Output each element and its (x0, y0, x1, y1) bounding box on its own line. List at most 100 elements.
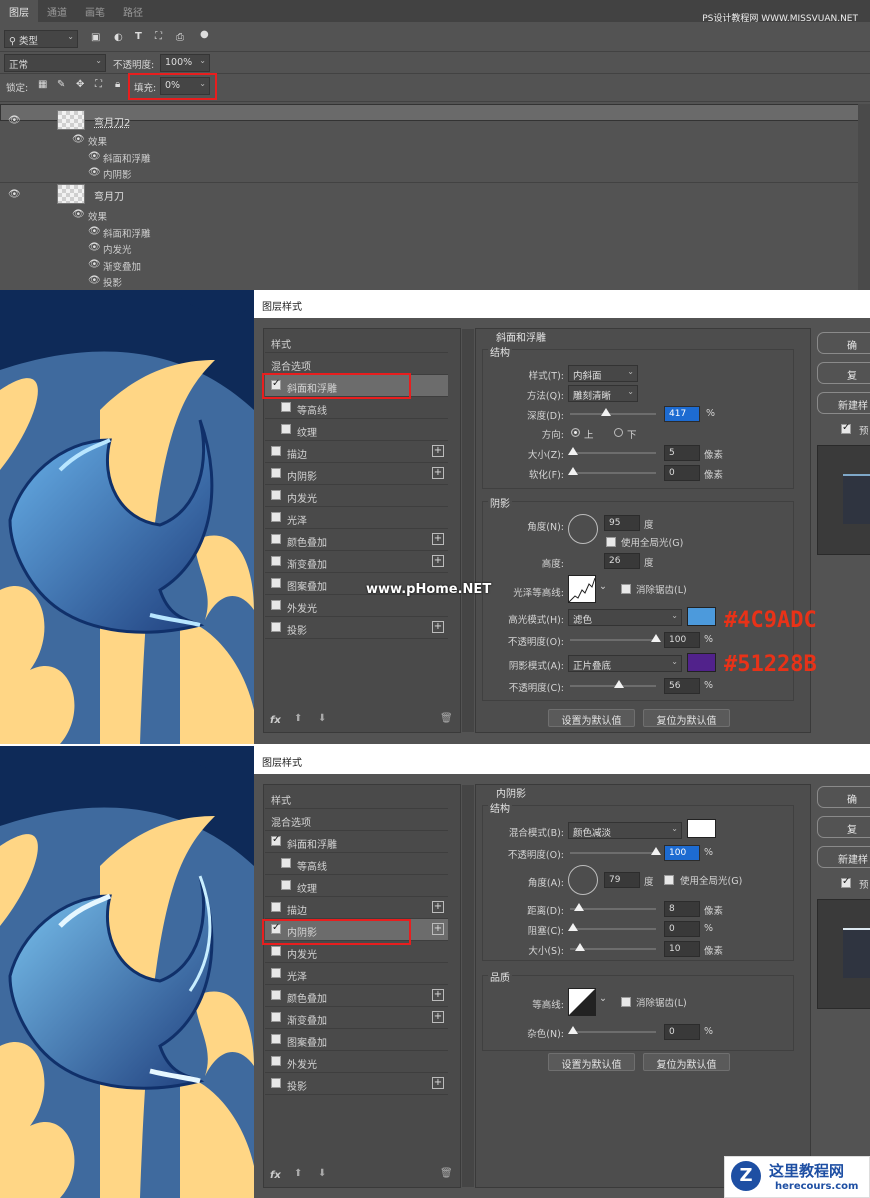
bevel-style-select[interactable]: 内斜面 ⌄ (568, 365, 638, 382)
soften-input[interactable]: 0 (664, 465, 700, 481)
checkbox-icon[interactable] (271, 446, 281, 456)
lock-brush-icon[interactable]: ✎ (57, 79, 65, 90)
opacity-input[interactable]: 100% ⌄ (160, 54, 210, 72)
direction-down-radio[interactable] (614, 428, 623, 437)
style-item-stroke[interactable]: 描边 + (265, 441, 448, 463)
style-item-blending-options[interactable]: 混合选项 (265, 353, 448, 375)
direction-up-radio[interactable] (571, 428, 580, 437)
type-filter-icon[interactable]: T (135, 31, 142, 42)
checkbox-icon[interactable] (271, 600, 281, 610)
opacity-slider[interactable] (570, 852, 656, 854)
highlight-opacity-slider[interactable] (570, 639, 656, 641)
noise-slider[interactable] (570, 1031, 656, 1033)
adjustment-filter-icon[interactable]: ◐ (114, 32, 123, 43)
filter-toggle-icon[interactable]: ● (200, 29, 209, 40)
tab-layers[interactable]: 图层 (0, 0, 38, 22)
trash-icon[interactable]: 🗑︎ (440, 1168, 453, 1179)
fx-button[interactable]: fx (270, 1170, 281, 1181)
checkbox-icon[interactable] (271, 990, 281, 1000)
style-item-inner-glow[interactable]: 内发光 (265, 485, 448, 507)
visibility-eye-icon[interactable]: 👁︎ (8, 115, 21, 126)
effect-eye-icon[interactable]: 👁︎ (88, 226, 101, 237)
slider-knob[interactable] (575, 943, 585, 951)
visibility-eye-icon[interactable]: 👁︎ (8, 189, 21, 200)
layers-scrollbar[interactable] (858, 104, 870, 290)
checkbox-icon[interactable] (271, 490, 281, 500)
reset-default-button[interactable]: 复位为默认值 (643, 1053, 730, 1071)
style-item-satin[interactable]: 光泽 (265, 963, 448, 985)
move-up-icon[interactable]: ⬆ (294, 713, 302, 724)
angle-dial[interactable] (568, 514, 598, 544)
make-default-button[interactable]: 设置为默认值 (548, 709, 635, 727)
effect-eye-icon[interactable]: 👁︎ (88, 259, 101, 270)
effect-item[interactable]: 内发光 (103, 242, 132, 256)
slider-knob[interactable] (651, 847, 661, 855)
antialias-checkbox[interactable] (621, 997, 631, 1007)
checkbox-icon[interactable] (271, 468, 281, 478)
effect-eye-icon[interactable]: 👁︎ (88, 151, 101, 162)
style-item-drop-shadow[interactable]: 投影 + (265, 617, 448, 639)
new-style-button[interactable]: 新建样 (817, 392, 870, 414)
add-icon[interactable]: + (432, 555, 444, 567)
checkbox-icon[interactable] (271, 578, 281, 588)
add-icon[interactable]: + (432, 989, 444, 1001)
size-input[interactable]: 5 (664, 445, 700, 461)
effect-item[interactable]: 斜面和浮雕 (103, 226, 151, 240)
altitude-input[interactable]: 26 (604, 553, 640, 569)
layer-name[interactable]: 弯月刀 (94, 188, 124, 203)
tab-brushes[interactable]: 画笔 (76, 0, 114, 22)
blend-mode-select[interactable]: 颜色减淡 ⌄ (568, 822, 682, 839)
checkbox-icon[interactable] (271, 902, 281, 912)
tab-paths[interactable]: 路径 (114, 0, 152, 22)
choke-slider[interactable] (570, 928, 656, 930)
lock-all-icon[interactable]: 🔒︎ (115, 79, 120, 90)
effect-eye-icon[interactable]: 👁︎ (88, 167, 101, 178)
slider-knob[interactable] (614, 680, 624, 688)
reset-default-button[interactable]: 复位为默认值 (643, 709, 730, 727)
shadow-mode-select[interactable]: 正片叠底 ⌄ (568, 655, 682, 672)
global-light-checkbox[interactable] (606, 537, 616, 547)
checkbox-icon[interactable] (271, 968, 281, 978)
layer-name[interactable]: 弯月刀2 (94, 114, 130, 129)
style-item-contour[interactable]: 等高线 (265, 853, 448, 875)
checkbox-icon[interactable] (271, 622, 281, 632)
checkbox-icon[interactable] (271, 1078, 281, 1088)
highlight-mode-select[interactable]: 滤色 ⌄ (568, 609, 682, 626)
checkbox-icon[interactable] (271, 1034, 281, 1044)
reset-button[interactable]: 复 (817, 362, 870, 384)
checkbox-icon[interactable] (281, 858, 291, 868)
style-item-texture[interactable]: 纹理 (265, 419, 448, 441)
add-icon[interactable]: + (432, 1011, 444, 1023)
distance-input[interactable]: 8 (664, 901, 700, 917)
contour-picker[interactable] (568, 988, 596, 1016)
preview-checkbox[interactable] (841, 422, 851, 434)
slider-knob[interactable] (651, 634, 661, 642)
slider-knob[interactable] (568, 467, 578, 475)
checkbox-icon[interactable] (271, 834, 281, 846)
depth-input[interactable]: 417 (664, 406, 700, 422)
angle-input[interactable]: 79 (604, 872, 640, 888)
slider-knob[interactable] (574, 903, 584, 911)
slider-knob[interactable] (568, 1026, 578, 1034)
choke-input[interactable]: 0 (664, 921, 700, 937)
angle-input[interactable]: 95 (604, 515, 640, 531)
make-default-button[interactable]: 设置为默认值 (548, 1053, 635, 1071)
slider-knob[interactable] (568, 447, 578, 455)
style-item-texture[interactable]: 纹理 (265, 875, 448, 897)
add-icon[interactable]: + (432, 923, 444, 935)
effect-item[interactable]: 渐变叠加 (103, 259, 141, 273)
style-item-color-overlay[interactable]: 颜色叠加 + (265, 985, 448, 1007)
effects-eye-icon[interactable]: 👁︎ (72, 209, 85, 220)
soften-slider[interactable] (570, 472, 656, 474)
add-icon[interactable]: + (432, 1077, 444, 1089)
checkbox-icon[interactable] (271, 556, 281, 566)
effects-eye-icon[interactable]: 👁︎ (72, 134, 85, 145)
angle-dial[interactable] (568, 865, 598, 895)
new-style-button[interactable]: 新建样 (817, 846, 870, 868)
shadow-color-swatch[interactable] (687, 819, 716, 838)
checkbox-icon[interactable] (281, 402, 291, 412)
effect-item[interactable]: 投影 (103, 275, 122, 289)
style-item-inner-shadow[interactable]: 内阴影+ (265, 463, 448, 485)
add-icon[interactable]: + (432, 445, 444, 457)
effect-eye-icon[interactable]: 👁︎ (88, 242, 101, 253)
